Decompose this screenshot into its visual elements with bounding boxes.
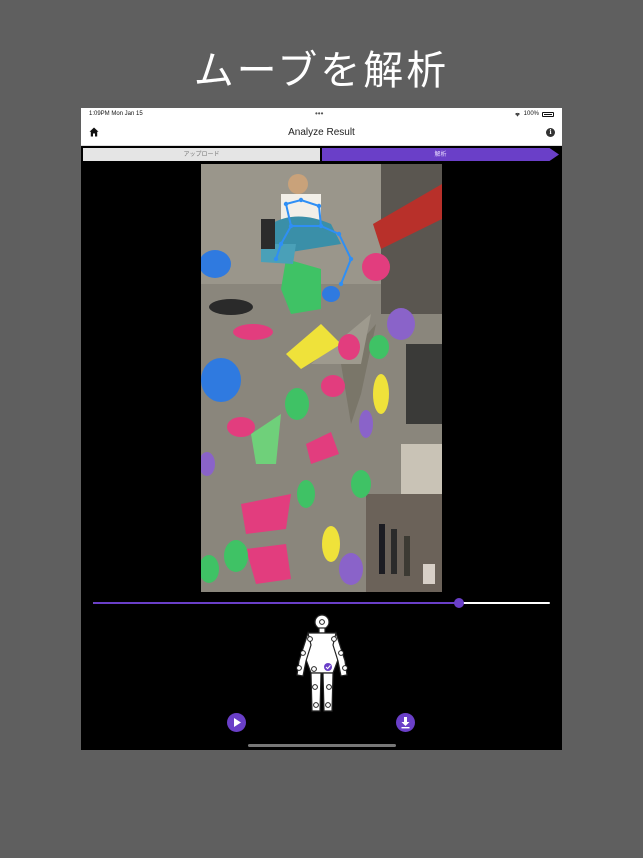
seek-bar-thumb[interactable] bbox=[453, 598, 464, 608]
status-right: 100% bbox=[514, 111, 554, 117]
nav-bar: Analyze Result i bbox=[81, 122, 562, 146]
multitask-dots: ••• bbox=[315, 109, 324, 118]
status-time: 1:09PM Mon Jan 15 bbox=[89, 111, 143, 117]
seek-bar-fill bbox=[93, 602, 459, 604]
battery-icon bbox=[542, 111, 554, 117]
seek-bar[interactable] bbox=[93, 598, 550, 608]
page-title: Analyze Result bbox=[288, 127, 355, 138]
play-icon bbox=[234, 718, 241, 727]
battery-percent: 100% bbox=[523, 111, 539, 117]
tab-upload[interactable]: アップロード bbox=[83, 148, 320, 161]
download-icon bbox=[401, 717, 410, 729]
wifi-icon bbox=[514, 112, 520, 116]
device-screen: 1:09PM Mon Jan 15 ••• 100% Analyze Resul… bbox=[81, 108, 562, 750]
climbing-wall-image bbox=[201, 164, 442, 592]
home-indicator bbox=[248, 744, 396, 747]
video-frame[interactable] bbox=[201, 164, 442, 592]
body-joint-selector[interactable] bbox=[293, 613, 351, 713]
status-bar: 1:09PM Mon Jan 15 ••• 100% bbox=[81, 108, 562, 122]
download-button[interactable] bbox=[396, 713, 415, 732]
info-icon[interactable]: i bbox=[546, 128, 555, 137]
play-button[interactable] bbox=[227, 713, 246, 732]
promo-title: ムーブを解析 bbox=[193, 48, 450, 94]
tab-analyze[interactable]: 解析 bbox=[322, 148, 559, 161]
